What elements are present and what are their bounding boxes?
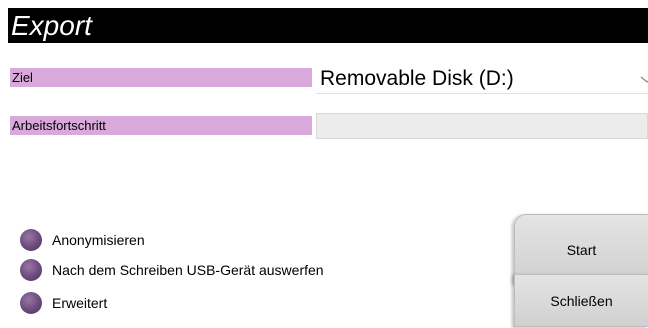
option-anonymize-label: Anonymisieren	[52, 232, 145, 248]
option-advanced-label: Erweitert	[52, 295, 108, 311]
chevron-down-icon	[640, 72, 648, 84]
radio-button-icon[interactable]	[20, 229, 42, 251]
dialog-title-bar: Export	[8, 8, 648, 43]
destination-select-value: Removable Disk (D:)	[320, 67, 514, 90]
dialog-title: Export	[11, 10, 92, 41]
progress-bar	[316, 113, 648, 139]
radio-button-icon[interactable]	[20, 292, 42, 314]
destination-select[interactable]: Removable Disk (D:)	[316, 63, 648, 94]
close-button[interactable]: Schließen	[514, 274, 648, 327]
option-eject-usb-label: Nach dem Schreiben USB-Gerät auswerfen	[52, 262, 324, 278]
destination-label: Ziel	[10, 68, 312, 87]
radio-button-icon[interactable]	[20, 259, 42, 281]
progress-label: Arbeitsfortschritt	[10, 116, 312, 135]
